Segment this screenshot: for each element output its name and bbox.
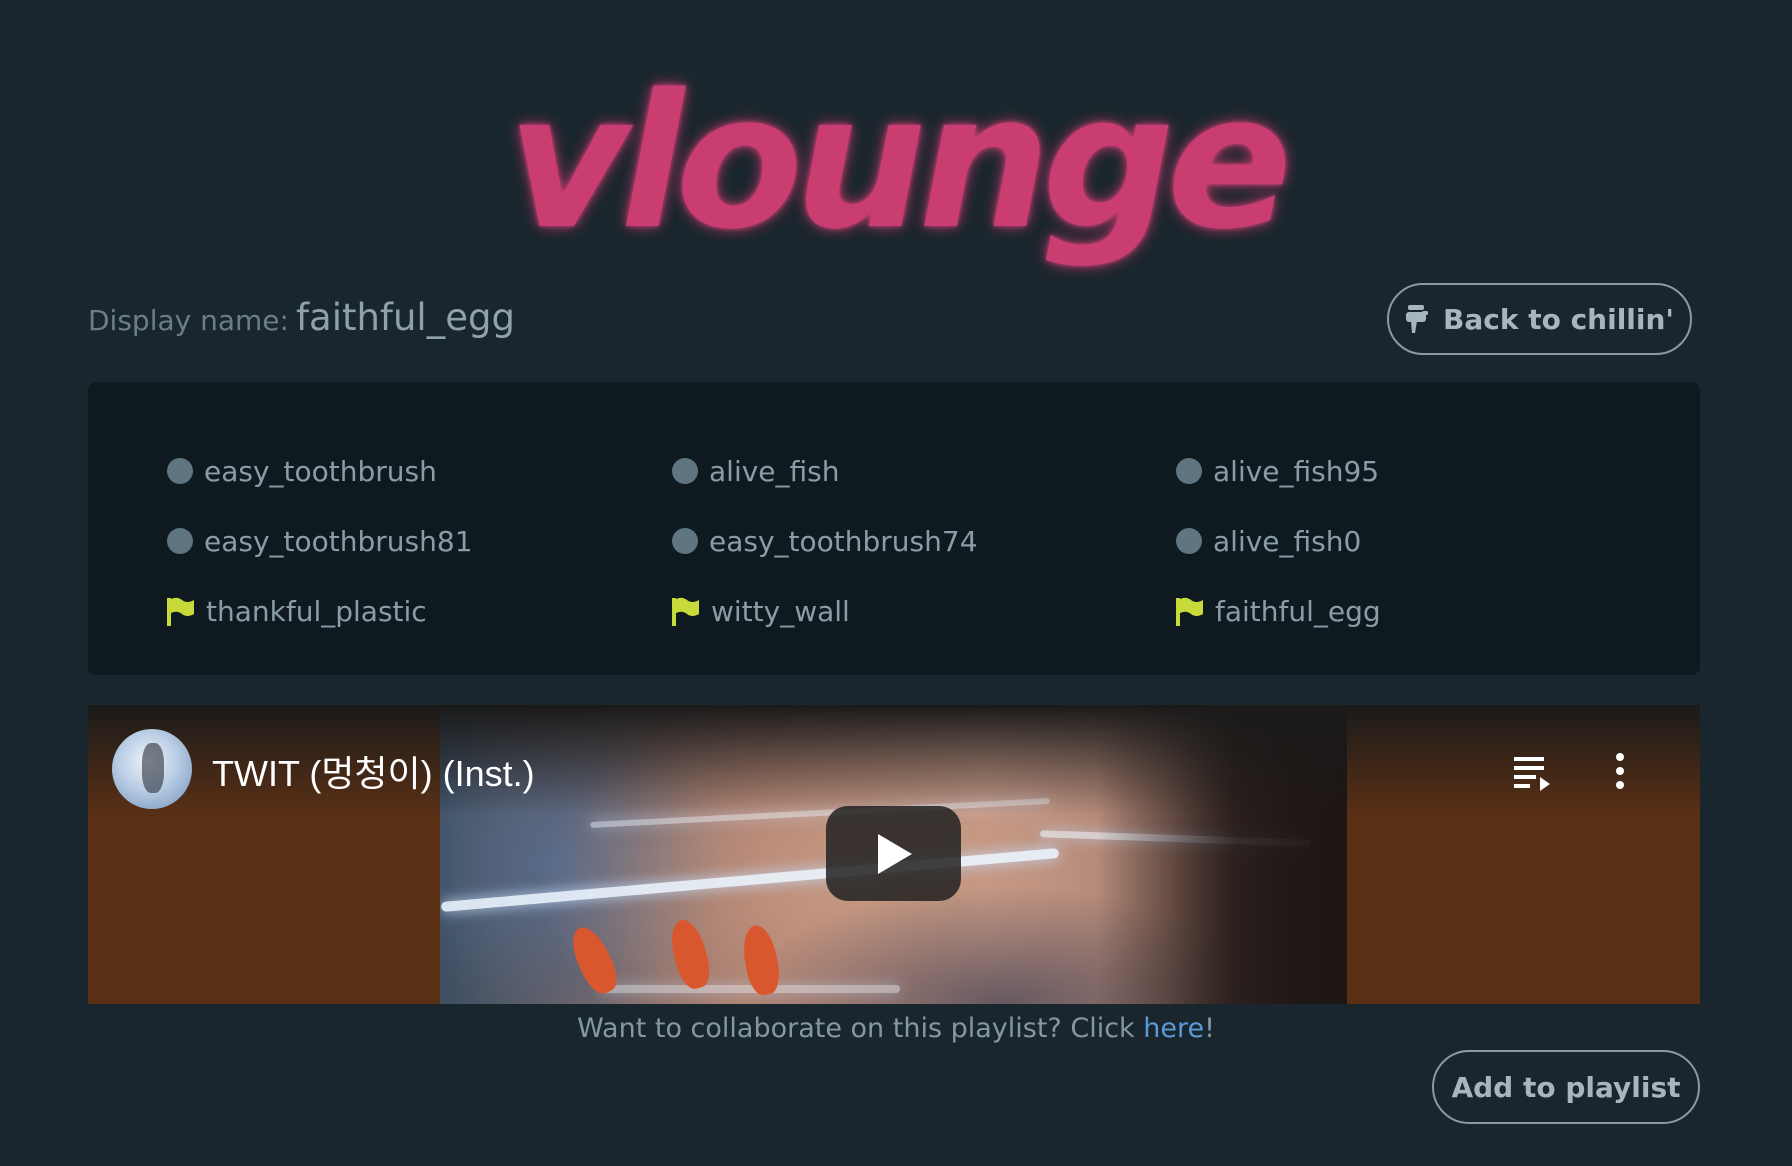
user-name: alive_fish bbox=[709, 454, 840, 488]
user-item: alive_fish0 bbox=[1176, 521, 1361, 561]
flag-icon bbox=[672, 597, 699, 626]
dot-icon bbox=[167, 458, 193, 484]
add-to-playlist-button[interactable]: Add to playlist bbox=[1432, 1050, 1700, 1124]
user-item: easy_toothbrush bbox=[167, 451, 437, 491]
fingernail bbox=[665, 916, 715, 992]
users-panel: easy_toothbrush alive_fish alive_fish95 … bbox=[88, 382, 1700, 675]
collab-prefix: Want to collaborate on this playlist? Cl… bbox=[577, 1013, 1144, 1044]
play-icon bbox=[877, 833, 912, 874]
flag-icon bbox=[1176, 597, 1203, 626]
user-item: alive_fish bbox=[672, 451, 839, 491]
user-name: alive_fish0 bbox=[1213, 524, 1362, 558]
user-name: easy_toothbrush74 bbox=[709, 524, 978, 558]
fingernail bbox=[564, 921, 624, 999]
back-to-chillin-button[interactable]: Back to chillin' bbox=[1387, 283, 1692, 355]
display-name-value[interactable]: faithful_egg bbox=[296, 296, 515, 339]
video-title[interactable]: TWIT (멍청이) (Inst.) bbox=[212, 745, 535, 797]
more-vertical-icon[interactable] bbox=[1613, 753, 1627, 789]
back-button-label: Back to chillin' bbox=[1443, 302, 1674, 336]
dot-icon bbox=[672, 458, 698, 484]
user-item: faithful_egg bbox=[1176, 591, 1381, 631]
user-name: thankful_plastic bbox=[206, 594, 427, 628]
dot-icon bbox=[672, 528, 698, 554]
user-item: thankful_plastic bbox=[167, 591, 427, 631]
dot-icon bbox=[167, 528, 193, 554]
dot-icon bbox=[1176, 458, 1202, 484]
app-logo: vlounge bbox=[507, 54, 1292, 270]
collab-here-link[interactable]: here bbox=[1143, 1013, 1204, 1044]
video-player[interactable]: TWIT (멍청이) (Inst.) bbox=[88, 705, 1700, 1004]
light-streak bbox=[600, 985, 900, 993]
light-streak bbox=[440, 848, 1060, 912]
user-name: faithful_egg bbox=[1215, 594, 1381, 628]
user-item: easy_toothbrush81 bbox=[167, 521, 473, 561]
collab-suffix: ! bbox=[1204, 1013, 1215, 1044]
user-item: alive_fish95 bbox=[1176, 451, 1379, 491]
display-name-label: Display name: bbox=[88, 304, 289, 337]
user-item: easy_toothbrush74 bbox=[672, 521, 978, 561]
channel-avatar[interactable] bbox=[112, 729, 192, 809]
user-name: alive_fish95 bbox=[1213, 454, 1380, 488]
user-item: witty_wall bbox=[672, 591, 850, 631]
user-name: easy_toothbrush81 bbox=[204, 524, 473, 558]
flag-icon bbox=[167, 597, 194, 626]
collaborate-text: Want to collaborate on this playlist? Cl… bbox=[0, 1013, 1792, 1044]
user-name: easy_toothbrush bbox=[204, 454, 437, 488]
user-name: witty_wall bbox=[711, 594, 850, 628]
thumbs-down-icon bbox=[1406, 305, 1428, 333]
play-button[interactable] bbox=[826, 806, 961, 901]
playlist-queue-icon[interactable] bbox=[1514, 755, 1554, 791]
dot-icon bbox=[1176, 528, 1202, 554]
